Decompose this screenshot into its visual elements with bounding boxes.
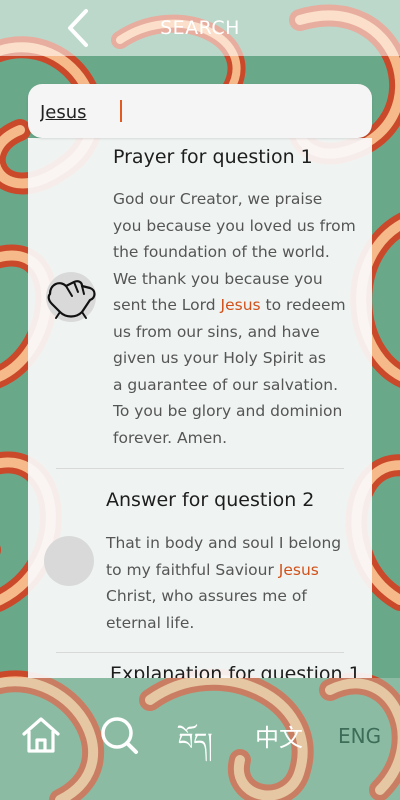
search-box bbox=[28, 84, 372, 138]
nav-language-tibetan[interactable]: བོད། bbox=[178, 716, 213, 783]
nav-language-chinese[interactable]: 中文 bbox=[255, 718, 303, 753]
search-icon bbox=[101, 717, 138, 754]
list-item[interactable]: Prayer for question 1 God our Creator, w… bbox=[28, 138, 372, 468]
bottom-nav: བོད། 中文 ENG bbox=[0, 678, 400, 800]
nav-language-english[interactable]: ENG bbox=[338, 724, 381, 748]
list-item[interactable]: Answer for question 2 That in body and s… bbox=[28, 469, 372, 653]
result-body: That in body and soul I belong to my fai… bbox=[106, 534, 342, 632]
result-title: Answer for question 2 bbox=[106, 489, 315, 511]
header-bar: SEARCH bbox=[0, 0, 400, 56]
result-title: Explanation for question 1 bbox=[110, 663, 361, 678]
result-title: Prayer for question 1 bbox=[113, 146, 313, 168]
list-item[interactable]: Explanation for question 1 bbox=[28, 653, 372, 678]
search-input[interactable] bbox=[38, 96, 362, 128]
text-caret bbox=[120, 100, 122, 122]
back-button[interactable] bbox=[58, 8, 102, 48]
chevron-left-icon bbox=[68, 9, 88, 47]
praying-hands-icon bbox=[46, 272, 96, 322]
result-body: God our Creator, we praise you because y… bbox=[113, 190, 356, 447]
nav-home-button[interactable] bbox=[20, 714, 62, 756]
nav-search-button[interactable] bbox=[98, 714, 140, 756]
thumbnail-placeholder bbox=[44, 536, 94, 586]
search-results-list[interactable]: Prayer for question 1 God our Creator, w… bbox=[28, 138, 372, 678]
home-icon bbox=[22, 717, 60, 753]
